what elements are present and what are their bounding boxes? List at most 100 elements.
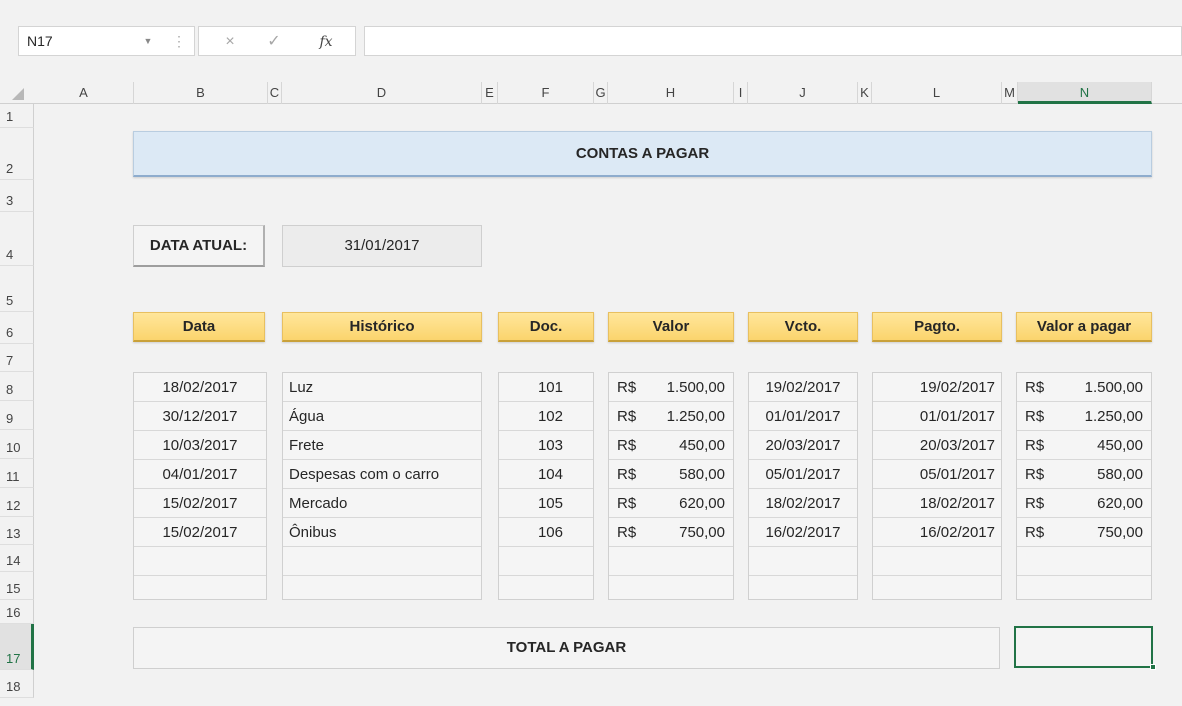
enter-icon[interactable]: ✓ <box>259 29 289 55</box>
table-cell[interactable]: R$ 450,00 <box>609 431 733 460</box>
table-cell[interactable]: 05/01/2017 <box>873 460 1001 489</box>
row-header-9[interactable]: 9 <box>0 401 34 430</box>
table-cell[interactable]: Ônibus <box>283 518 481 547</box>
column-header-g[interactable]: G <box>594 82 608 104</box>
header-doc[interactable]: Doc. <box>498 312 594 342</box>
fill-handle[interactable] <box>1150 664 1156 670</box>
table-cell[interactable]: 04/01/2017 <box>134 460 266 489</box>
column-header-h[interactable]: H <box>608 82 734 104</box>
table-cell[interactable]: Água <box>283 402 481 431</box>
column-header-i[interactable]: I <box>734 82 748 104</box>
column-header-l[interactable]: L <box>872 82 1002 104</box>
table-cell[interactable]: R$ 1.250,00 <box>1017 402 1151 431</box>
table-cell[interactable]: 20/03/2017 <box>749 431 857 460</box>
table-cell[interactable]: 01/01/2017 <box>749 402 857 431</box>
selected-cell-n17[interactable] <box>1014 626 1153 668</box>
header-data[interactable]: Data <box>133 312 265 342</box>
column-header-n[interactable]: N <box>1018 82 1152 104</box>
table-cell[interactable]: 15/02/2017 <box>134 489 266 518</box>
table-cell[interactable]: 18/02/2017 <box>873 489 1001 518</box>
column-header-d[interactable]: D <box>282 82 482 104</box>
table-cell[interactable]: R$ 580,00 <box>1017 460 1151 489</box>
table-cell[interactable]: 16/02/2017 <box>873 518 1001 547</box>
table-cell[interactable]: 105 <box>499 489 593 518</box>
header-valor-a-pagar[interactable]: Valor a pagar <box>1016 312 1152 342</box>
header-pagto[interactable]: Pagto. <box>872 312 1002 342</box>
column-header-f[interactable]: F <box>498 82 594 104</box>
table-cell[interactable] <box>499 547 593 576</box>
row-header-1[interactable]: 1 <box>0 104 34 128</box>
table-cell[interactable] <box>1017 576 1151 605</box>
current-date-value[interactable]: 31/01/2017 <box>282 225 482 267</box>
table-cell[interactable]: Frete <box>283 431 481 460</box>
row-header-8[interactable]: 8 <box>0 372 34 401</box>
row-header-15[interactable]: 15 <box>0 572 34 600</box>
table-cell[interactable]: R$ 620,00 <box>1017 489 1151 518</box>
row-header-6[interactable]: 6 <box>0 312 34 344</box>
table-cell[interactable]: R$ 750,00 <box>609 518 733 547</box>
table-cell[interactable]: R$ 1.250,00 <box>609 402 733 431</box>
table-cell[interactable]: 19/02/2017 <box>873 373 1001 402</box>
table-cell[interactable] <box>134 547 266 576</box>
table-cell[interactable] <box>873 576 1001 605</box>
row-header-11[interactable]: 11 <box>0 459 34 488</box>
table-cell[interactable]: 19/02/2017 <box>749 373 857 402</box>
header-valor[interactable]: Valor <box>608 312 734 342</box>
table-cell[interactable]: Despesas com o carro <box>283 460 481 489</box>
column-header-c[interactable]: C <box>268 82 282 104</box>
table-cell[interactable]: 20/03/2017 <box>873 431 1001 460</box>
table-cell[interactable]: 106 <box>499 518 593 547</box>
table-cell[interactable]: R$ 580,00 <box>609 460 733 489</box>
row-header-13[interactable]: 13 <box>0 517 34 545</box>
table-cell[interactable]: R$ 1.500,00 <box>609 373 733 402</box>
table-cell[interactable] <box>873 547 1001 576</box>
table-cell[interactable]: 15/02/2017 <box>134 518 266 547</box>
table-cell[interactable]: 101 <box>499 373 593 402</box>
column-header-m[interactable]: M <box>1002 82 1018 104</box>
row-header-18[interactable]: 18 <box>0 670 34 698</box>
table-cell[interactable]: 10/03/2017 <box>134 431 266 460</box>
column-header-j[interactable]: J <box>748 82 858 104</box>
row-header-16[interactable]: 16 <box>0 600 34 624</box>
formula-input[interactable] <box>364 26 1182 56</box>
column-header-k[interactable]: K <box>858 82 872 104</box>
current-date-label[interactable]: DATA ATUAL: <box>133 225 265 267</box>
table-cell[interactable]: 30/12/2017 <box>134 402 266 431</box>
table-cell[interactable] <box>499 576 593 605</box>
table-cell[interactable]: 102 <box>499 402 593 431</box>
table-cell[interactable]: R$ 750,00 <box>1017 518 1151 547</box>
row-header-3[interactable]: 3 <box>0 180 34 212</box>
row-header-12[interactable]: 12 <box>0 488 34 517</box>
name-box[interactable]: N17 <box>18 26 195 56</box>
table-cell[interactable]: 104 <box>499 460 593 489</box>
table-cell[interactable] <box>134 576 266 605</box>
table-cell[interactable]: 01/01/2017 <box>873 402 1001 431</box>
row-header-2[interactable]: 2 <box>0 128 34 180</box>
row-header-17[interactable]: 17 <box>0 624 34 670</box>
cancel-icon[interactable]: × <box>215 29 245 55</box>
table-cell[interactable] <box>609 576 733 605</box>
table-cell[interactable]: R$ 1.500,00 <box>1017 373 1151 402</box>
column-header-a[interactable]: A <box>34 82 134 104</box>
table-cell[interactable]: 103 <box>499 431 593 460</box>
table-cell[interactable] <box>283 547 481 576</box>
insert-function-icon[interactable]: fx <box>311 29 341 55</box>
table-cell[interactable] <box>749 547 857 576</box>
table-cell[interactable]: R$ 620,00 <box>609 489 733 518</box>
table-cell[interactable]: 18/02/2017 <box>749 489 857 518</box>
table-cell[interactable] <box>749 576 857 605</box>
sheet-title[interactable]: CONTAS A PAGAR <box>133 131 1152 177</box>
table-cell[interactable]: 16/02/2017 <box>749 518 857 547</box>
table-cell[interactable]: 18/02/2017 <box>134 373 266 402</box>
row-header-7[interactable]: 7 <box>0 344 34 372</box>
table-cell[interactable] <box>1017 547 1151 576</box>
table-cell[interactable]: Mercado <box>283 489 481 518</box>
table-cell[interactable] <box>283 576 481 605</box>
row-header-4[interactable]: 4 <box>0 212 34 266</box>
table-cell[interactable]: Luz <box>283 373 481 402</box>
table-cell[interactable]: R$ 450,00 <box>1017 431 1151 460</box>
table-cell[interactable]: 05/01/2017 <box>749 460 857 489</box>
column-header-e[interactable]: E <box>482 82 498 104</box>
row-header-10[interactable]: 10 <box>0 430 34 459</box>
row-header-5[interactable]: 5 <box>0 266 34 312</box>
